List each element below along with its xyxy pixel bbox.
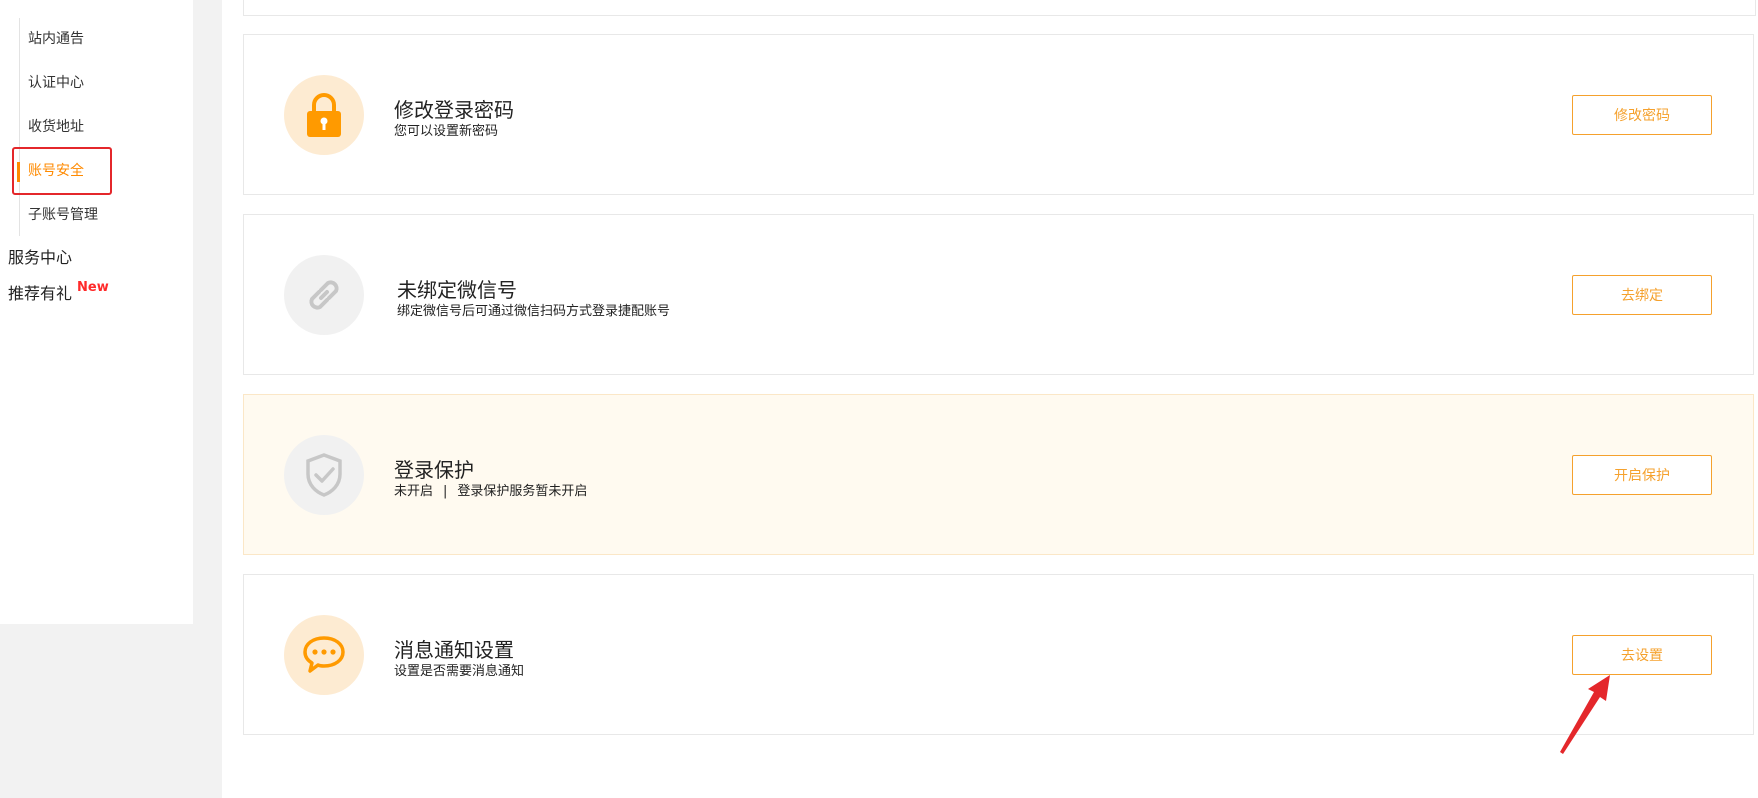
sidebar: 站内通告 认证中心 收货地址 账号安全 子账号管理 服务中心 推荐有礼 New [0,0,193,624]
card-description: 设置是否需要消息通知 [394,664,525,679]
card-notification-settings: 消息通知设置 设置是否需要消息通知 去设置 [243,574,1754,735]
protection-status: 未开启 [394,484,434,499]
protection-desc: 登录保护服务暂未开启 [457,484,588,499]
notification-settings-button[interactable]: 去设置 [1572,635,1712,675]
card-title: 消息通知设置 [394,638,514,662]
card-bind-wechat: 未绑定微信号 绑定微信号后可通过微信扫码方式登录捷配账号 去绑定 [243,214,1754,375]
annotation-highlight-box [12,147,112,195]
sidebar-group-service-center[interactable]: 服务中心 [8,247,72,269]
status-separator: | [443,484,448,499]
card-change-password: 修改登录密码 您可以设置新密码 修改密码 [243,34,1754,195]
card-description: 绑定微信号后可通过微信扫码方式登录捷配账号 [397,304,671,319]
card-title: 修改登录密码 [394,98,514,122]
shield-check-icon [284,435,364,515]
card-description: 您可以设置新密码 [394,124,499,139]
sidebar-item-certification[interactable]: 认证中心 [28,73,84,93]
chat-bubble-icon [284,615,364,695]
card-title: 登录保护 [394,458,474,482]
previous-card [243,0,1756,16]
sidebar-group-referral[interactable]: 推荐有礼 [8,283,72,305]
sidebar-item-announcements[interactable]: 站内通告 [28,29,84,49]
lock-icon [284,75,364,155]
card-description: 未开启 | 登录保护服务暂未开启 [394,483,587,501]
link-icon [284,255,364,335]
bind-wechat-button[interactable]: 去绑定 [1572,275,1712,315]
change-password-button[interactable]: 修改密码 [1572,95,1712,135]
annotation-arrow-icon [1560,675,1610,754]
sidebar-item-address[interactable]: 收货地址 [28,117,84,137]
card-login-protection: 登录保护 未开启 | 登录保护服务暂未开启 开启保护 [243,394,1754,555]
new-badge: New [77,280,109,295]
card-title: 未绑定微信号 [397,278,517,302]
sidebar-item-subaccounts[interactable]: 子账号管理 [28,205,98,225]
submenu-rail [19,18,20,236]
enable-protection-button[interactable]: 开启保护 [1572,455,1712,495]
